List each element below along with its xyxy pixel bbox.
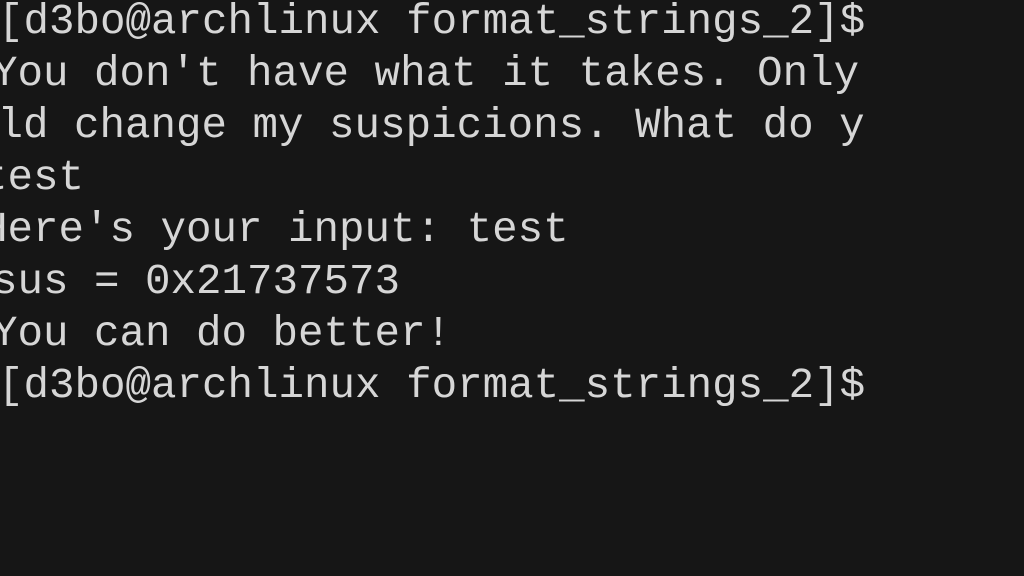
- program-output-line: uld change my suspicions. What do y: [0, 102, 865, 150]
- user-input-line: test: [0, 154, 85, 202]
- program-output-line: You can do better!: [0, 310, 452, 358]
- shell-prompt[interactable]: [d3bo@archlinux format_strings_2]$: [0, 360, 865, 412]
- program-output-line: Here's your input: test: [0, 206, 569, 254]
- shell-prompt: [d3bo@archlinux format_strings_2]$: [0, 0, 866, 46]
- program-output-line: sus = 0x21737573: [0, 258, 401, 306]
- program-output-line: You don't have what it takes. Only: [0, 50, 860, 98]
- terminal-window[interactable]: [d3bo@archlinux format_strings_2]$ You d…: [0, 0, 1024, 576]
